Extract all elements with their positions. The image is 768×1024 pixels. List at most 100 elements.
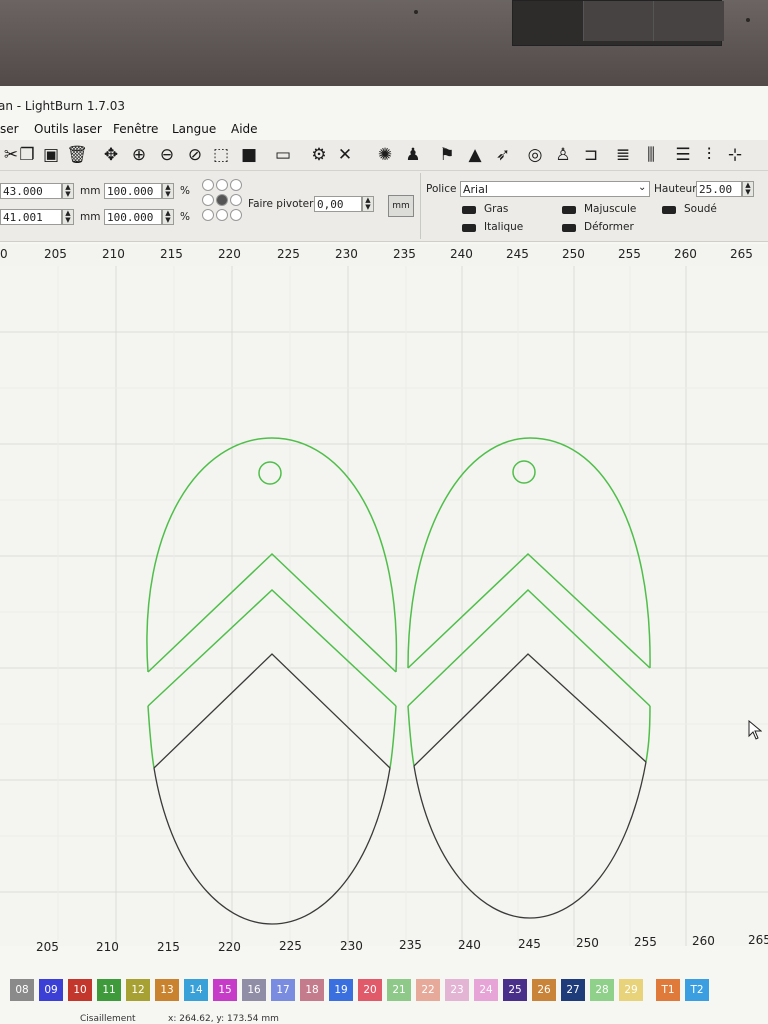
taskbar-button[interactable] (653, 1, 724, 41)
mirror-icon[interactable]: ▲ (464, 144, 486, 166)
target-icon[interactable]: ◎ (524, 144, 546, 166)
zoom-out-icon[interactable]: ⊖ (156, 144, 178, 166)
layer-swatch[interactable]: 12 (126, 979, 150, 1001)
layer-swatch[interactable]: 19 (329, 979, 353, 1001)
weld-checkbox[interactable] (662, 206, 676, 214)
layer-swatch[interactable]: 13 (155, 979, 179, 1001)
bold-checkbox[interactable] (462, 206, 476, 214)
height-spinner[interactable]: ▲ ▼ (742, 181, 754, 197)
layer-swatch[interactable]: T2 (685, 979, 709, 1001)
layer-swatch[interactable]: 09 (39, 979, 63, 1001)
chevron-down-icon[interactable]: ⌄ (638, 182, 646, 193)
position-icon[interactable]: ♙ (552, 144, 574, 166)
zoom-frame-icon[interactable]: ⬚ (210, 144, 232, 166)
left-earring-bottom[interactable] (153, 767, 391, 925)
paste-icon[interactable]: ▣ (40, 144, 62, 166)
move-icon[interactable]: ✥ (100, 144, 122, 166)
layer-swatch[interactable]: 28 (590, 979, 614, 1001)
scale-width-spinner[interactable]: ▲ ▼ (162, 183, 174, 199)
design-canvas[interactable] (0, 266, 768, 946)
font-label: Police (426, 183, 457, 195)
flag-icon[interactable]: ⚑ (436, 144, 458, 166)
user-icon[interactable]: ♟ (402, 144, 424, 166)
rotate-spinner[interactable]: ▲ ▼ (362, 196, 374, 212)
layer-swatch[interactable]: 08 (10, 979, 34, 1001)
left-side-green-right[interactable] (389, 705, 397, 769)
zoom-in-icon[interactable]: ⊕ (128, 144, 150, 166)
menu-laser[interactable]: ser (0, 122, 19, 136)
layer-swatch[interactable]: 15 (213, 979, 237, 1001)
send-icon[interactable]: ➶ (492, 144, 514, 166)
layer-swatch[interactable]: 17 (271, 979, 295, 1001)
delete-icon[interactable]: 🗑 (66, 144, 88, 166)
scale-height-spinner[interactable]: ▲ ▼ (162, 209, 174, 225)
bold-label: Gras (484, 203, 509, 215)
layer-swatch[interactable]: 21 (387, 979, 411, 1001)
right-inner-chevron[interactable] (413, 653, 647, 767)
layer-swatch[interactable]: 26 (532, 979, 556, 1001)
menu-outils-laser[interactable]: Outils laser (34, 122, 102, 136)
pos-y-spinner[interactable]: ▲ ▼ (62, 209, 74, 225)
right-side-green[interactable] (407, 705, 415, 767)
center-icon[interactable]: ⫼ (640, 144, 662, 166)
height-input[interactable]: 25.00 (696, 181, 742, 197)
left-chevron-bottom[interactable] (147, 588, 397, 707)
left-earring-hole[interactable] (258, 461, 282, 485)
tools-icon[interactable]: ✕ (334, 144, 356, 166)
taskbar-button[interactable] (583, 1, 654, 41)
font-select[interactable]: Arial (460, 181, 650, 197)
right-earring-shape[interactable] (407, 437, 651, 919)
distribute-icon[interactable]: ≣ (612, 144, 634, 166)
settings-icon[interactable]: ⚙ (308, 144, 330, 166)
italic-checkbox[interactable] (462, 224, 476, 232)
laser-icon[interactable]: ✺ (374, 144, 396, 166)
layer-swatch[interactable]: 18 (300, 979, 324, 1001)
layer-swatch[interactable]: 16 (242, 979, 266, 1001)
pos-x-spinner[interactable]: ▲ ▼ (62, 183, 74, 199)
canvas-svg (0, 266, 768, 946)
uppercase-checkbox[interactable] (562, 206, 576, 214)
menu-fenetre[interactable]: Fenêtre (113, 122, 158, 136)
layer-swatch[interactable]: 10 (68, 979, 92, 1001)
right-side-green-right[interactable] (645, 705, 651, 763)
layer-swatch[interactable]: 22 (416, 979, 440, 1001)
align-icon[interactable]: ⊐ (580, 144, 602, 166)
taskbar-window[interactable] (512, 0, 724, 46)
left-earring-shape[interactable] (146, 437, 398, 925)
layer-swatch[interactable]: 27 (561, 979, 585, 1001)
distort-checkbox[interactable] (562, 224, 576, 232)
ruler-label: 260 (674, 247, 697, 261)
align-vertical-icon[interactable]: ⫶ (698, 144, 720, 166)
right-earring-bottom[interactable] (413, 761, 647, 919)
menu-langue[interactable]: Langue (172, 122, 216, 136)
monitor-icon[interactable]: ▭ (272, 144, 294, 166)
layer-swatch[interactable]: 14 (184, 979, 208, 1001)
menu-aide[interactable]: Aide (231, 122, 258, 136)
layer-swatch[interactable]: 29 (619, 979, 643, 1001)
layer-swatch[interactable]: 25 (503, 979, 527, 1001)
left-side-green[interactable] (147, 705, 155, 769)
mm-toggle-button[interactable]: mm (388, 195, 414, 217)
right-chevron-top[interactable] (407, 552, 651, 669)
scale-width-input[interactable]: 100.000 (104, 183, 162, 199)
right-chevron-bottom[interactable] (407, 588, 651, 707)
ruler-label: 230 (340, 939, 363, 953)
align-left-icon[interactable]: ☰ (672, 144, 694, 166)
copy-icon[interactable]: ❐ (16, 144, 38, 166)
right-earring-hole[interactable] (512, 460, 536, 484)
layer-swatch[interactable]: 24 (474, 979, 498, 1001)
pos-x-input[interactable]: 43.000 (0, 183, 62, 199)
layer-swatch[interactable]: 23 (445, 979, 469, 1001)
layer-swatch[interactable]: 11 (97, 979, 121, 1001)
rotate-input[interactable]: 0,00 (314, 196, 362, 212)
layer-swatch[interactable]: 20 (358, 979, 382, 1001)
left-inner-chevron[interactable] (153, 653, 391, 769)
zoom-fit-icon[interactable]: ⊘ (184, 144, 206, 166)
pos-y-input[interactable]: 41.001 (0, 209, 62, 225)
app-window: an - LightBurn 1.7.03 ser Outils laser F… (0, 86, 768, 1024)
spacing-icon[interactable]: ⊹ (724, 144, 746, 166)
ruler-label: 215 (157, 940, 180, 954)
scale-height-input[interactable]: 100.000 (104, 209, 162, 225)
layer-swatch[interactable]: T1 (656, 979, 680, 1001)
camera-icon[interactable]: ■ (238, 144, 260, 166)
